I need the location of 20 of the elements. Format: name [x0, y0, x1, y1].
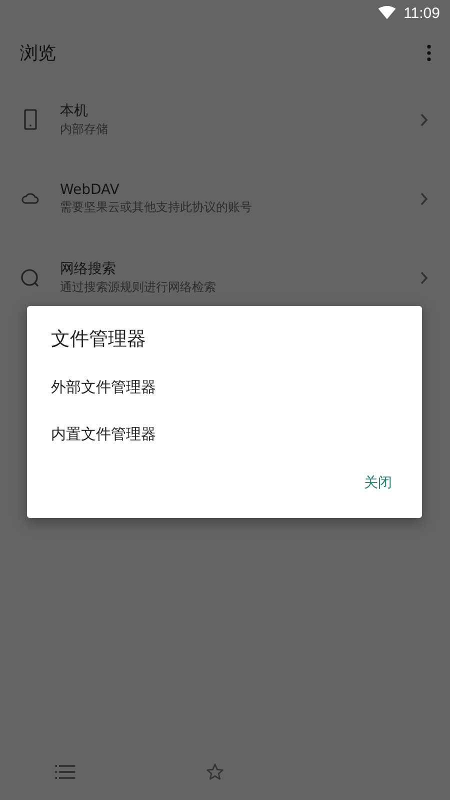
more-icon[interactable]: [426, 44, 432, 62]
page-title: 浏览: [20, 42, 56, 65]
chevron-icon[interactable]: [420, 192, 428, 206]
search-icon: [20, 266, 40, 288]
chevron-icon[interactable]: [420, 270, 428, 284]
source-title: 网络搜索: [60, 260, 117, 278]
wifi-icon: [378, 6, 396, 20]
chevron-icon[interactable]: [420, 112, 428, 126]
source-subtitle: 内部存储: [60, 120, 109, 138]
star-icon[interactable]: [205, 763, 225, 781]
close-button[interactable]: 关闭: [354, 468, 402, 498]
status-time: 11:09: [404, 4, 440, 22]
dialog-option[interactable]: 外部文件管理器: [27, 364, 422, 411]
list-icon[interactable]: [55, 763, 75, 781]
source-title: WebDAV: [60, 182, 120, 198]
dialog-title: 文件管理器: [50, 327, 147, 352]
source-subtitle: 通过搜索源规则进行网络检索: [60, 278, 217, 296]
dialog-option[interactable]: 内置文件管理器: [27, 411, 422, 458]
source-title: 本机: [60, 102, 89, 120]
source-subtitle: 需要坚果云或其他支持此协议的账号: [60, 198, 253, 216]
